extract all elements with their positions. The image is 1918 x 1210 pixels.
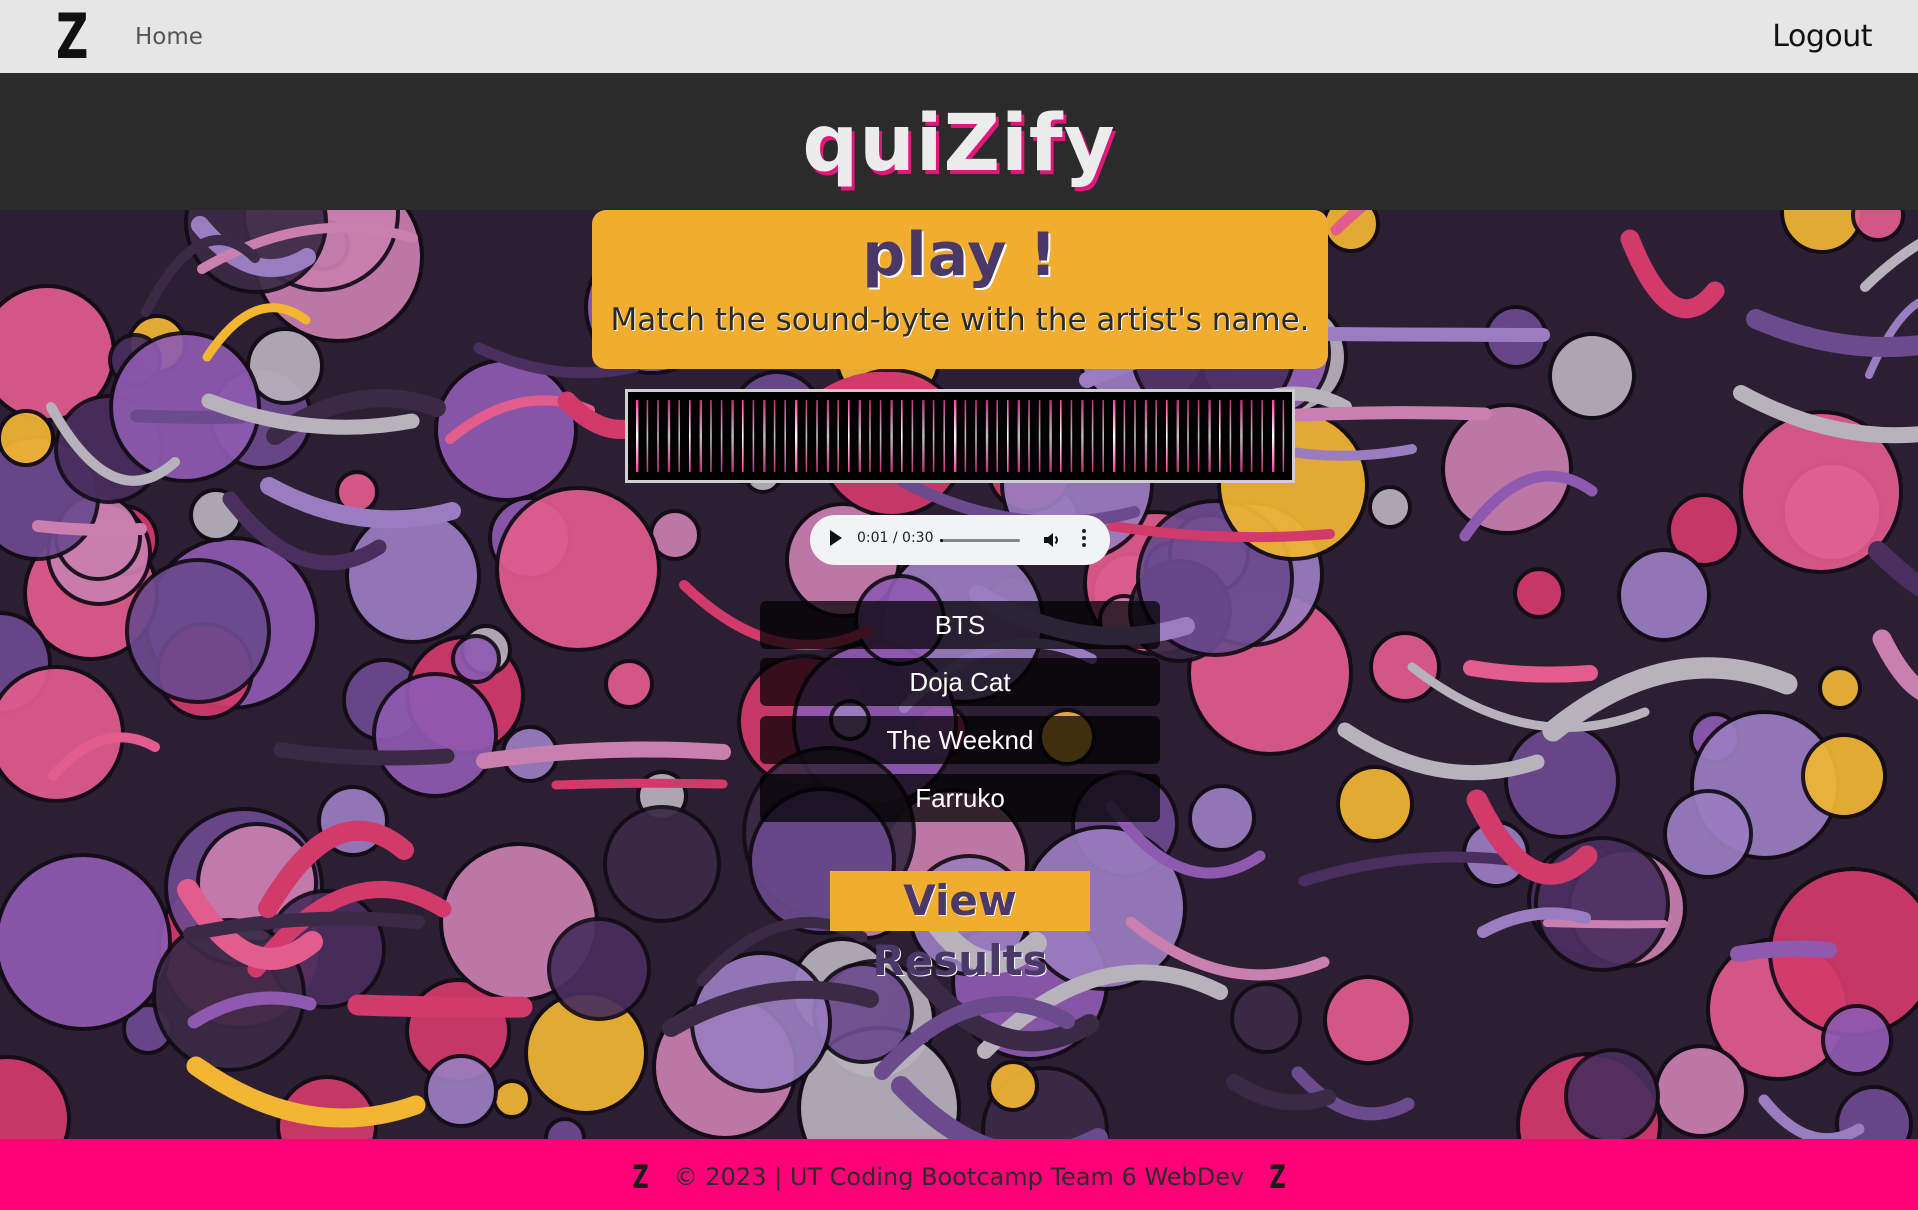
answer-option-2[interactable]: Doja Cat — [760, 658, 1160, 706]
answer-option-3[interactable]: The Weeknd — [760, 716, 1160, 764]
more-options-icon[interactable] — [1082, 529, 1086, 550]
footer-logo-right-icon: Z — [1269, 1158, 1286, 1196]
footer-logo-left-icon: Z — [632, 1158, 649, 1196]
footer: Z © 2023 | UT Coding Bootcamp Team 6 Web… — [0, 1139, 1918, 1210]
play-heading: play ! — [862, 220, 1058, 290]
play-icon[interactable] — [830, 530, 842, 546]
play-instructions: Match the sound-byte with the artist's n… — [610, 302, 1310, 338]
audio-time: 0:01 / 0:30 — [857, 530, 934, 546]
footer-copyright: © 2023 | UT Coding Bootcamp Team 6 WebDe… — [673, 1163, 1245, 1191]
brand-title: quiZify — [802, 99, 1116, 189]
logo-z-icon[interactable]: Z — [56, 6, 88, 68]
view-results-button[interactable]: View Results — [830, 871, 1090, 985]
audio-waveform-visualizer — [625, 389, 1295, 483]
volume-icon[interactable] — [1042, 530, 1062, 550]
audio-player[interactable]: 0:01 / 0:30 — [810, 515, 1110, 565]
audio-progress-slider[interactable] — [940, 539, 1020, 542]
audio-progress-fill — [940, 539, 943, 542]
answer-option-4[interactable]: Farruko — [760, 774, 1160, 822]
top-navbar: Z Home Logout — [0, 0, 1918, 73]
nav-home-link[interactable]: Home — [135, 24, 203, 50]
play-card: play ! Match the sound-byte with the art… — [592, 210, 1328, 369]
logout-link[interactable]: Logout — [1772, 19, 1872, 54]
answer-option-1[interactable]: BTS — [760, 601, 1160, 649]
brand-header: quiZify — [0, 73, 1918, 210]
